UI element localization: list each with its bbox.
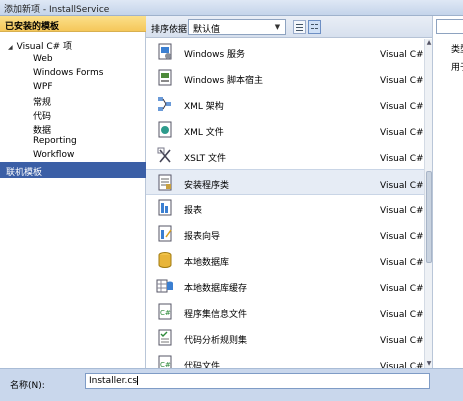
template-row[interactable]: Windows 脚本宿主 Visual C# 项 <box>146 65 424 91</box>
template-details-panel: 类型 用于 <box>432 16 463 368</box>
template-row[interactable]: C# 代码文件 Visual C# 项 <box>146 351 424 368</box>
svg-text:C#: C# <box>160 361 171 368</box>
details-text-area: 类型 用于 <box>433 36 463 96</box>
template-row[interactable]: 代码分析规则集 Visual C# 项 <box>146 325 424 351</box>
tree-item-visual-csharp[interactable]: ◢ Visual C# 项 <box>8 39 72 52</box>
script-host-icon <box>158 69 172 86</box>
template-name: 代码分析规则集 <box>184 336 248 346</box>
installed-templates-header[interactable]: 已安装的模板 <box>0 16 146 32</box>
details-type-label: 类型 <box>451 45 463 55</box>
xml-schema-icon <box>158 97 171 111</box>
template-list: Windows 服务 Visual C# 项 Windows 脚本宿主 Visu… <box>146 39 424 368</box>
template-name: 报表向导 <box>184 232 221 242</box>
assembly-info-icon: C# <box>158 303 172 320</box>
template-row[interactable]: XSLT 文件 Visual C# 项 <box>146 143 424 169</box>
windows-service-icon <box>158 43 172 60</box>
list-view-button[interactable] <box>308 20 321 34</box>
collapse-triangle-icon[interactable]: ◢ <box>8 44 13 51</box>
template-name: 报表 <box>184 206 203 216</box>
online-templates-item[interactable]: 联机模板 <box>0 162 146 178</box>
template-name: XML 文件 <box>184 128 224 138</box>
template-row[interactable]: 报表 Visual C# 项 <box>146 195 424 221</box>
xml-file-icon <box>158 121 172 138</box>
template-type: Visual C# 项 <box>380 284 424 294</box>
template-name: 本地数据库 <box>184 258 230 268</box>
template-name: Windows 服务 <box>184 50 246 60</box>
template-tree-panel: 已安装的模板 ◢ Visual C# 项 Web Windows Forms WP… <box>0 16 146 368</box>
window-title: 添加新项 - InstallService <box>4 5 110 15</box>
template-list-panel: 排序依据: 默认值 ▼ Windows 服务 Visual C# 项 Windo… <box>146 16 432 368</box>
search-templates-input[interactable] <box>436 19 463 34</box>
code-file-icon: C# <box>158 355 172 368</box>
template-type: Visual C# 项 <box>380 232 424 242</box>
tree-item-windows-forms[interactable]: Windows Forms <box>33 68 103 78</box>
name-input[interactable]: Installer.cs <box>85 373 430 389</box>
tree-item-reporting[interactable]: Reporting <box>33 136 77 146</box>
tree-item-label: Visual C# 项 <box>16 42 73 52</box>
report-icon <box>158 199 172 216</box>
template-name: 安装程序类 <box>184 181 230 191</box>
tree-item-workflow[interactable]: Workflow <box>33 150 74 160</box>
title-bar: 添加新项 - InstallService <box>0 0 463 16</box>
database-cache-icon <box>156 279 173 293</box>
template-row[interactable]: C# 程序集信息文件 Visual C# 项 <box>146 299 424 325</box>
template-type: Visual C# 项 <box>380 76 424 86</box>
xslt-file-icon <box>157 147 171 163</box>
template-type: Visual C# 项 <box>380 362 424 368</box>
template-row[interactable]: XML 文件 Visual C# 项 <box>146 117 424 143</box>
svg-text:C#: C# <box>160 309 171 317</box>
template-type: Visual C# 项 <box>380 206 424 216</box>
template-type: Visual C# 项 <box>380 181 424 191</box>
template-type: Visual C# 项 <box>380 154 424 164</box>
tree-item-web[interactable]: Web <box>33 54 53 64</box>
tree-item-general[interactable]: 常规 <box>33 95 51 108</box>
template-row[interactable]: Windows 服务 Visual C# 项 <box>146 39 424 65</box>
tree-item-wpf[interactable]: WPF <box>33 82 53 92</box>
template-row[interactable]: 安装程序类 Visual C# 项 <box>146 169 424 195</box>
ruleset-icon <box>158 329 172 346</box>
template-name: 程序集信息文件 <box>184 310 248 320</box>
template-name: Windows 脚本宿主 <box>184 76 264 86</box>
template-row[interactable]: 本地数据库 Visual C# 项 <box>146 247 424 273</box>
report-wizard-icon <box>158 225 172 242</box>
tree-item-data[interactable]: 数据 <box>33 123 51 136</box>
template-type: Visual C# 项 <box>380 258 424 268</box>
template-row[interactable]: 报表向导 Visual C# 项 <box>146 221 424 247</box>
chevron-down-icon[interactable]: ▼ <box>272 21 283 33</box>
template-name: 代码文件 <box>184 362 221 368</box>
template-row[interactable]: 本地数据库缓存 Visual C# 项 <box>146 273 424 299</box>
template-list-scrollbar[interactable]: ▲ ▼ <box>424 39 432 368</box>
small-icons-view-button[interactable] <box>293 20 306 34</box>
sort-dropdown[interactable]: 默认值 ▼ <box>188 19 286 35</box>
template-name: XSLT 文件 <box>184 154 227 164</box>
template-type: Visual C# 项 <box>380 336 424 346</box>
sort-dropdown-value: 默认值 <box>193 25 221 35</box>
name-input-value: Installer.cs <box>89 376 138 386</box>
template-row[interactable]: XML 架构 Visual C# 项 <box>146 91 424 117</box>
tree-item-code[interactable]: 代码 <box>33 109 51 122</box>
details-description: 用于 <box>451 63 463 73</box>
text-caret <box>137 376 139 385</box>
template-name: XML 架构 <box>184 102 224 112</box>
installer-class-icon <box>158 174 172 191</box>
template-type: Visual C# 项 <box>380 128 424 138</box>
template-name: 本地数据库缓存 <box>184 284 248 294</box>
template-type: Visual C# 项 <box>380 310 424 320</box>
list-toolbar: 排序依据: 默认值 ▼ <box>146 16 432 38</box>
sort-label: 排序依据: <box>151 25 191 35</box>
name-label: 名称(N): <box>10 381 45 391</box>
name-bar: 名称(N): Installer.cs <box>0 368 463 401</box>
local-database-icon <box>158 252 172 268</box>
template-type: Visual C# 项 <box>380 50 424 60</box>
template-type: Visual C# 项 <box>380 102 424 112</box>
